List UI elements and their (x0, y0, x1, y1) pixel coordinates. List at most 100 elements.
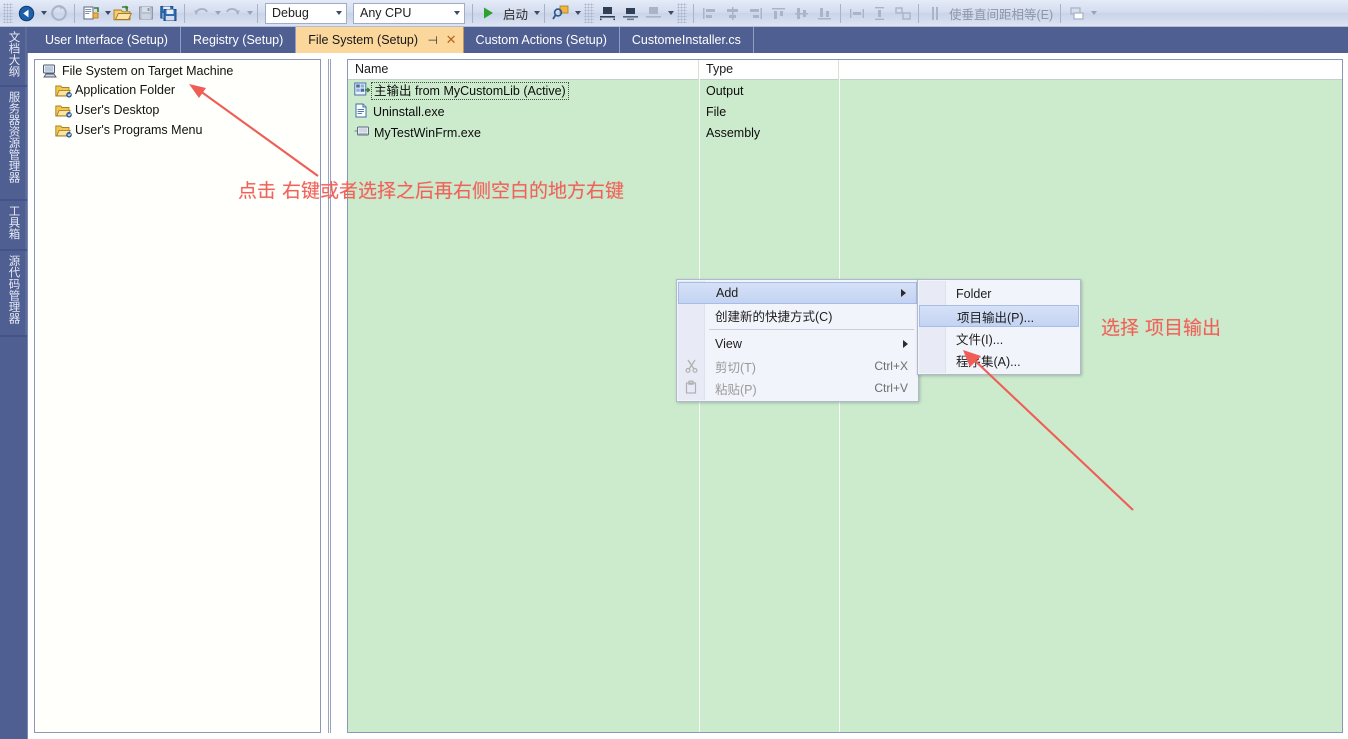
toolbar-grip-2[interactable] (584, 3, 594, 23)
menu-item-label: 创建新的快捷方式(C) (715, 306, 832, 325)
order-controls-dropdown-icon[interactable] (1091, 11, 1097, 15)
align-middles-icon[interactable] (619, 2, 642, 24)
menu-item-view[interactable]: View (677, 333, 918, 355)
project-output-icon (354, 82, 370, 100)
add-submenu[interactable]: Folder 项目输出(P)... 文件(I)... 程序集(A)... (917, 279, 1081, 375)
tab-file-system-setup[interactable]: File System (Setup) ⊣ ✕ (296, 27, 463, 53)
start-debug-label[interactable]: 启动 (500, 4, 531, 23)
toolbar-separator-8 (918, 4, 919, 23)
align-bottoms-icon[interactable] (596, 2, 619, 24)
menu-item-folder[interactable]: Folder (918, 283, 1080, 305)
make-vertical-spacing-equal-label[interactable]: 使垂直间距相等(E) (946, 4, 1056, 23)
new-project-icon[interactable] (79, 2, 102, 24)
tab-user-interface-setup[interactable]: User Interface (Setup) (33, 27, 181, 53)
save-all-icon[interactable] (157, 2, 180, 24)
toolbar-separator-2 (184, 4, 185, 23)
align-left-icon[interactable] (698, 2, 721, 24)
solution-configuration-combo[interactable]: Debug (265, 3, 347, 24)
tab-label: Registry (Setup) (193, 33, 283, 47)
column-header-empty (839, 60, 1342, 80)
vertical-tab-server-explorer[interactable]: 服务器资源管理器 (0, 87, 27, 201)
align-top-edges-icon[interactable] (767, 2, 790, 24)
row-name-cell[interactable]: 主输出 from MyCustomLib (Active) (348, 82, 699, 100)
row-type-cell: Output (699, 84, 839, 98)
pin-icon[interactable]: ⊣ (428, 34, 439, 47)
tab-label: File System (Setup) (308, 33, 418, 47)
folder-icon (55, 84, 71, 97)
tab-label: Custom Actions (Setup) (476, 33, 607, 47)
tree-node-label: User's Desktop (71, 103, 159, 117)
tree-node-file-system-on-target-machine[interactable]: File System on Target Machine (35, 60, 320, 80)
align-right-icon[interactable] (744, 2, 767, 24)
menu-item-label: 程序集(A)... (956, 351, 1021, 370)
tab-custome-installer-cs[interactable]: CustomeInstaller.cs (620, 27, 754, 53)
save-icon[interactable] (134, 2, 157, 24)
order-controls-icon[interactable] (1065, 2, 1088, 24)
annotation-select-output: 选择 项目输出 (1101, 313, 1221, 340)
annotation-click-right: 点击 右键或者选择之后再右侧空白的地方右键 (238, 176, 624, 203)
vertical-tab-document-outline[interactable]: 文档大纲 (0, 27, 27, 87)
table-row[interactable]: MyTestWinFrm.exe Assembly (348, 122, 1342, 143)
close-icon[interactable]: ✕ (446, 32, 457, 48)
tab-registry-setup[interactable]: Registry (Setup) (181, 27, 296, 53)
table-row[interactable]: 主输出 from MyCustomLib (Active) Output (348, 80, 1342, 101)
start-debug-icon[interactable] (477, 2, 500, 24)
computer-icon (42, 64, 58, 78)
make-vertical-spacing-equal-icon[interactable] (923, 2, 946, 24)
align-bottom-edges-icon[interactable] (813, 2, 836, 24)
tab-custom-actions-setup[interactable]: Custom Actions (Setup) (464, 27, 620, 53)
file-system-tree[interactable]: File System on Target Machine Applicatio… (34, 59, 321, 733)
redo-icon[interactable] (221, 2, 244, 24)
toolbar-grip-3[interactable] (677, 3, 687, 23)
undo-icon[interactable] (189, 2, 212, 24)
vertical-tab-toolbox[interactable]: 工具箱 (0, 201, 27, 251)
tree-node-users-programs-menu[interactable]: User's Programs Menu (35, 120, 320, 140)
cut-icon (684, 358, 700, 374)
vertical-tab-source-control-explorer[interactable]: 源代码管理器 (0, 251, 27, 337)
open-file-icon[interactable] (111, 2, 134, 24)
row-name-cell[interactable]: MyTestWinFrm.exe (348, 124, 699, 141)
tree-node-users-desktop[interactable]: User's Desktop (35, 100, 320, 120)
row-name-cell[interactable]: Uninstall.exe (348, 103, 699, 121)
column-header-name[interactable]: Name (348, 60, 699, 80)
vertical-tab-label: 服务器资源管理器 (6, 91, 22, 183)
folder-icon (55, 104, 71, 117)
make-same-height-icon[interactable] (868, 2, 891, 24)
context-menu[interactable]: Add 创建新的快捷方式(C) View 剪切(T) Ctrl+X (676, 279, 919, 402)
solution-platform-combo[interactable]: Any CPU (353, 3, 465, 24)
submenu-arrow-icon (901, 289, 906, 297)
menu-item-file[interactable]: 文件(I)... (918, 327, 1080, 349)
chevron-down-icon[interactable] (330, 11, 344, 15)
row-name-label: 主输出 from MyCustomLib (Active) (371, 82, 569, 100)
menu-item-label: Folder (956, 287, 991, 301)
row-type-cell: File (699, 105, 839, 119)
align-tops-icon[interactable] (642, 2, 665, 24)
redo-dropdown-icon[interactable] (247, 11, 253, 15)
navigate-forward-icon[interactable] (47, 2, 70, 24)
tree-node-application-folder[interactable]: Application Folder (35, 80, 320, 100)
align-middle-edges-icon[interactable] (790, 2, 813, 24)
pane-splitter[interactable] (323, 59, 345, 733)
menu-item-add[interactable]: Add (678, 282, 917, 304)
vertical-tab-label: 源代码管理器 (6, 255, 22, 324)
splitter-bar[interactable] (328, 59, 331, 733)
toolbar-grip[interactable] (3, 3, 13, 23)
find-dropdown-icon[interactable] (575, 11, 581, 15)
menu-item-label: View (715, 337, 742, 351)
align-dropdown-icon[interactable] (668, 11, 674, 15)
table-row[interactable]: Uninstall.exe File (348, 101, 1342, 122)
navigate-backward-icon[interactable] (15, 2, 38, 24)
chevron-down-icon[interactable] (448, 11, 462, 15)
main-toolbar: Debug Any CPU 启动 (0, 0, 1348, 27)
align-center-icon[interactable] (721, 2, 744, 24)
make-same-size-icon[interactable] (891, 2, 914, 24)
menu-item-assembly[interactable]: 程序集(A)... (918, 349, 1080, 371)
solution-configuration-value: Debug (272, 6, 330, 20)
assembly-icon (354, 124, 370, 141)
find-icon[interactable] (549, 2, 572, 24)
column-header-type[interactable]: Type (699, 60, 839, 80)
menu-item-project-output[interactable]: 项目输出(P)... (919, 305, 1079, 327)
make-same-width-icon[interactable] (845, 2, 868, 24)
menu-item-create-shortcut[interactable]: 创建新的快捷方式(C) (677, 304, 918, 326)
start-debug-dropdown-icon[interactable] (534, 11, 540, 15)
